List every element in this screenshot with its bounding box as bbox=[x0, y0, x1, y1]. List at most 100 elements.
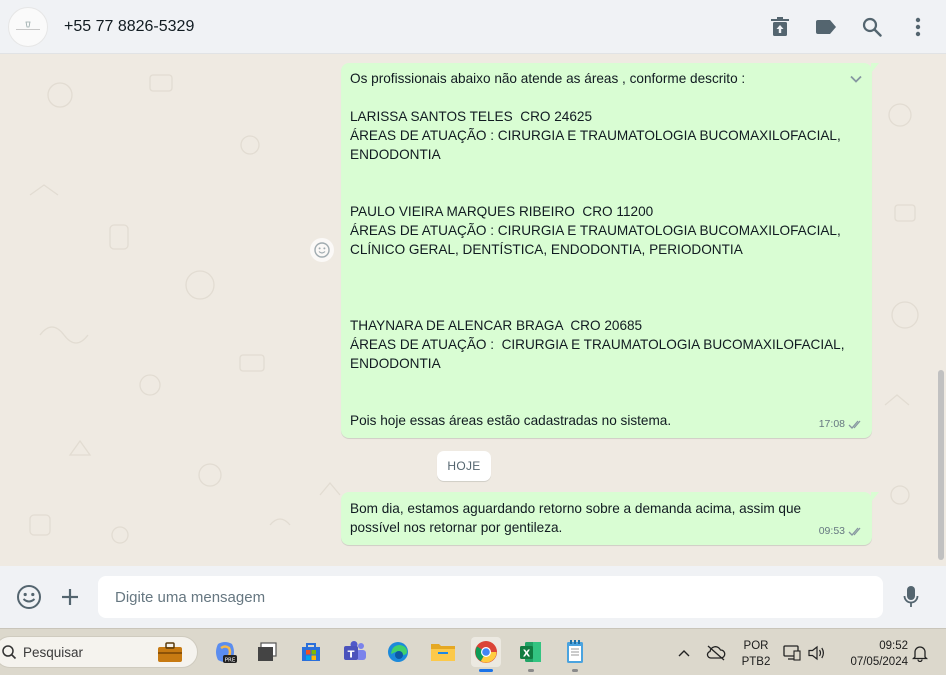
search-button[interactable] bbox=[860, 15, 884, 39]
message-line bbox=[350, 183, 862, 202]
message-composer bbox=[0, 566, 946, 628]
task-view-icon bbox=[258, 642, 277, 661]
briefcase-icon bbox=[158, 642, 182, 662]
message-text: Bom dia, estamos aguardando retorno sobr… bbox=[350, 501, 802, 535]
emoji-icon bbox=[314, 242, 330, 258]
show-hidden-icons-button[interactable] bbox=[677, 629, 691, 675]
more-button[interactable] bbox=[906, 15, 930, 39]
input-language-indicator[interactable]: POR PTB2 bbox=[738, 638, 774, 670]
excel-app[interactable]: X bbox=[516, 637, 546, 672]
message-meta: 17:08 bbox=[819, 415, 864, 434]
message-line: CLÍNICO GERAL, DENTÍSTICA, ENDODONTIA, P… bbox=[350, 242, 743, 257]
chrome-icon bbox=[475, 641, 497, 663]
search-icon bbox=[2, 645, 17, 660]
bell-icon bbox=[912, 645, 928, 662]
message-line: PAULO VIEIRA MARQUES RIBEIRO CRO 11200 bbox=[350, 204, 654, 219]
contact-avatar[interactable] bbox=[8, 6, 48, 47]
svg-text:X: X bbox=[523, 649, 531, 660]
store-icon bbox=[302, 643, 320, 661]
message-line: LARISSA SANTOS TELES CRO 24625 bbox=[350, 109, 593, 124]
header-actions bbox=[768, 0, 930, 54]
delete-button[interactable] bbox=[768, 15, 792, 39]
logo-icon bbox=[16, 21, 40, 30]
date-divider: HOJE bbox=[437, 451, 491, 481]
emoji-button[interactable] bbox=[15, 583, 43, 611]
chat-header: +55 77 8826-5329 bbox=[0, 0, 946, 54]
more-icon bbox=[915, 17, 921, 37]
message-line: ÁREAS DE ATUAÇÃO : CIRURGIA E TRAUMATOLO… bbox=[350, 337, 845, 352]
message-line: ENDODONTIA bbox=[350, 356, 441, 371]
task-view-app[interactable] bbox=[252, 637, 282, 667]
message-line: THAYNARA DE ALENCAR BRAGA CRO 20685 bbox=[350, 318, 643, 333]
cloud-offline-icon bbox=[706, 645, 726, 660]
label-icon bbox=[816, 20, 836, 34]
edge-icon bbox=[388, 642, 408, 662]
message-text: Os profissionais abaixo não atende as ár… bbox=[350, 69, 862, 430]
plus-icon bbox=[62, 589, 78, 605]
chevron-down-icon bbox=[850, 75, 862, 83]
system-clock[interactable]: 09:52 07/05/2024 bbox=[838, 638, 908, 670]
svg-text:T: T bbox=[348, 650, 355, 661]
search-label: Pesquisar bbox=[23, 644, 84, 660]
message-line bbox=[350, 392, 862, 411]
notepad-icon bbox=[567, 640, 583, 663]
delete-icon bbox=[771, 17, 789, 36]
language-code: POR bbox=[743, 640, 769, 652]
reaction-button[interactable] bbox=[310, 238, 334, 262]
message-bubble[interactable]: Bom dia, estamos aguardando retorno sobr… bbox=[341, 492, 879, 545]
chat-area[interactable]: Os profissionais abaixo não atende as ár… bbox=[0, 55, 946, 566]
double-check-icon bbox=[848, 527, 861, 536]
message-bubble[interactable]: Os profissionais abaixo não atende as ár… bbox=[341, 63, 879, 438]
network-icon bbox=[783, 644, 801, 661]
message-input[interactable] bbox=[98, 576, 883, 618]
voice-button[interactable] bbox=[897, 583, 925, 611]
notepad-app[interactable] bbox=[560, 637, 590, 672]
message-line: Pois hoje essas áreas estão cadastradas … bbox=[350, 413, 672, 428]
message-line bbox=[350, 259, 862, 278]
microphone-icon bbox=[903, 586, 919, 607]
attach-button[interactable] bbox=[56, 583, 84, 611]
message-line bbox=[350, 278, 862, 297]
taskbar-search[interactable]: Pesquisar bbox=[0, 636, 198, 668]
store-app[interactable] bbox=[296, 637, 326, 667]
volume-button[interactable] bbox=[808, 629, 826, 675]
message-time: 17:08 bbox=[818, 418, 845, 430]
message-line bbox=[350, 164, 862, 183]
message-meta: 09:53 bbox=[819, 522, 864, 541]
edge-app[interactable] bbox=[383, 637, 413, 667]
message-line: Os profissionais abaixo não atende as ár… bbox=[350, 71, 746, 86]
notifications-button[interactable] bbox=[912, 629, 928, 675]
label-button[interactable] bbox=[814, 15, 838, 39]
running-indicator bbox=[572, 669, 578, 672]
network-status-button[interactable] bbox=[783, 629, 801, 675]
message-line: ÁREAS DE ATUAÇÃO : CIRURGIA E TRAUMATOLO… bbox=[350, 128, 841, 143]
windows-taskbar: Pesquisar PRE T X POR PTB2 09:52 07/05/2… bbox=[0, 628, 946, 675]
chevron-up-icon bbox=[678, 649, 690, 656]
scrollbar-thumb[interactable] bbox=[938, 370, 944, 560]
message-menu-button[interactable] bbox=[848, 71, 864, 87]
file-explorer-app[interactable] bbox=[428, 637, 458, 667]
copilot-icon: PRE bbox=[216, 642, 237, 664]
svg-text:PRE: PRE bbox=[225, 658, 236, 664]
copilot-app[interactable]: PRE bbox=[210, 637, 240, 667]
active-indicator bbox=[479, 669, 493, 672]
keyboard-layout: PTB2 bbox=[741, 656, 771, 668]
search-icon bbox=[862, 17, 882, 37]
excel-icon: X bbox=[520, 642, 541, 662]
message-line: ENDODONTIA bbox=[350, 147, 441, 162]
speaker-icon bbox=[808, 645, 824, 660]
folder-icon bbox=[431, 644, 455, 661]
message-line bbox=[350, 88, 862, 107]
message-line bbox=[350, 297, 862, 316]
teams-icon: T bbox=[344, 641, 366, 661]
onedrive-button[interactable] bbox=[706, 629, 726, 675]
message-time: 09:53 bbox=[818, 525, 845, 537]
clock-time: 09:52 bbox=[879, 640, 908, 652]
double-check-icon bbox=[848, 420, 861, 429]
running-indicator bbox=[528, 669, 534, 672]
message-line bbox=[350, 373, 862, 392]
emoji-icon bbox=[17, 585, 41, 609]
chrome-app[interactable] bbox=[471, 637, 501, 672]
teams-app[interactable]: T bbox=[340, 637, 370, 667]
contact-name[interactable]: +55 77 8826-5329 bbox=[64, 18, 194, 36]
